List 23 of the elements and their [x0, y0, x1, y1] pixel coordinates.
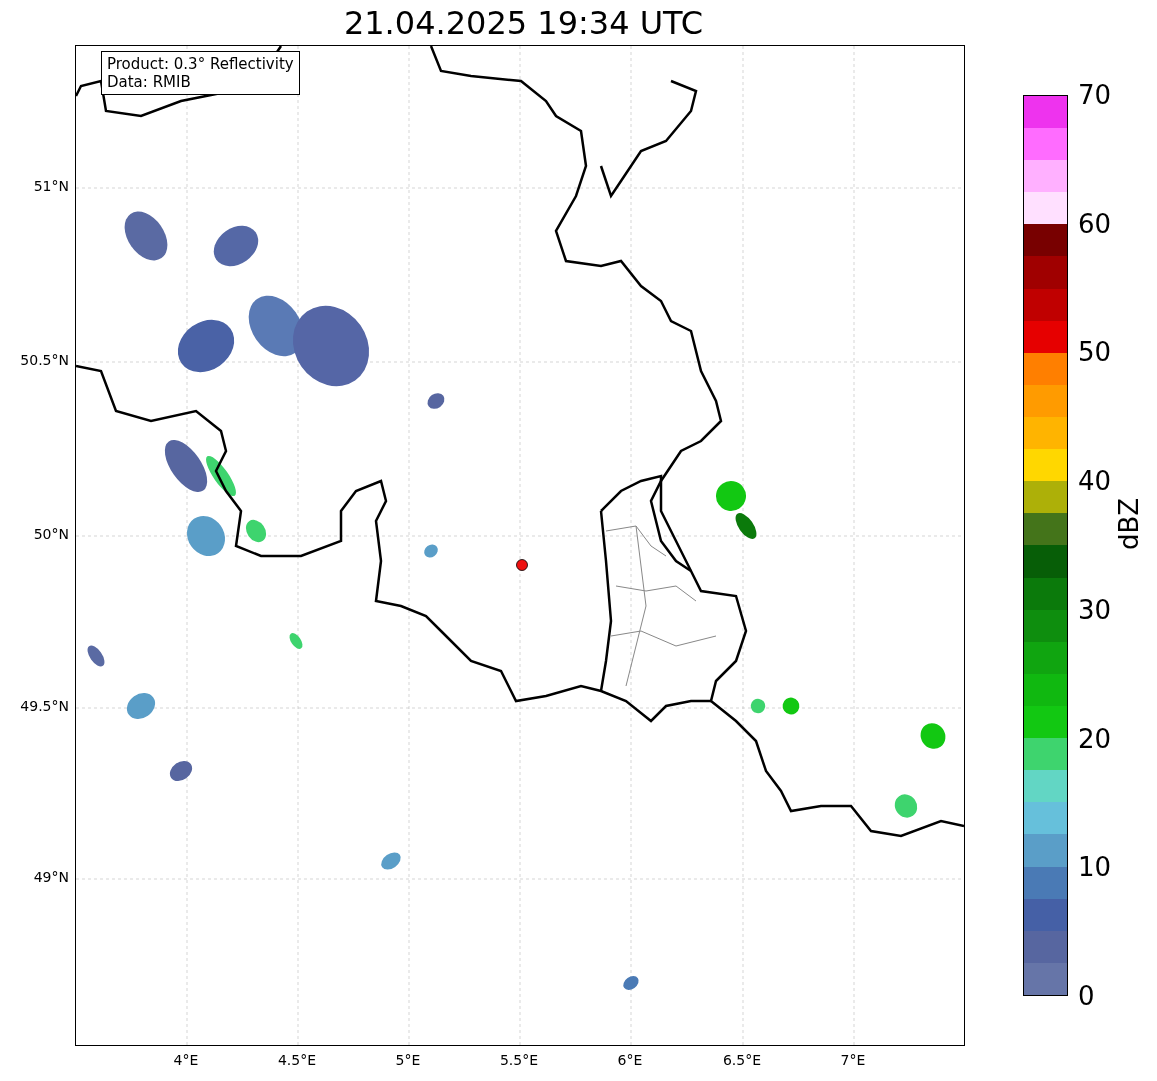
x-tick-label: 6.5°E [722, 1052, 762, 1068]
x-tick-label: 5°E [395, 1052, 421, 1068]
colorbar-tick-label: 0 [1078, 983, 1095, 1009]
x-tick-label: 4.5°E [277, 1052, 317, 1068]
info-label: Product: 0.3° Reflectivity Data: RMIB [101, 51, 300, 95]
colorbar-tick-label: 60 [1078, 210, 1112, 237]
y-tick-label: 50.5°N [20, 352, 69, 368]
x-tick-label: 7°E [840, 1052, 866, 1068]
y-tick-label: 50°N [33, 526, 69, 542]
y-tick-label: 51°N [33, 178, 69, 194]
y-tick-label: 49.5°N [20, 698, 69, 714]
colorbar-label: dBZ [1114, 497, 1144, 550]
x-tick-label: 4°E [173, 1052, 199, 1068]
colorbar-tick-label: 50 [1078, 339, 1112, 366]
colorbar-tick-label: 40 [1078, 468, 1112, 495]
colorbar-tick-label: 70 [1078, 82, 1112, 108]
x-tick-label: 6°E [617, 1052, 643, 1068]
y-tick-label: 49°N [33, 869, 69, 885]
chart-title: 21.04.2025 19:34 UTC [343, 6, 704, 39]
colorbar-tick-label: 20 [1078, 725, 1112, 752]
x-tick-label: 5.5°E [499, 1052, 539, 1068]
colorbar-tick-label: 30 [1078, 596, 1112, 623]
colorbar-tick-label: 10 [1078, 854, 1112, 881]
